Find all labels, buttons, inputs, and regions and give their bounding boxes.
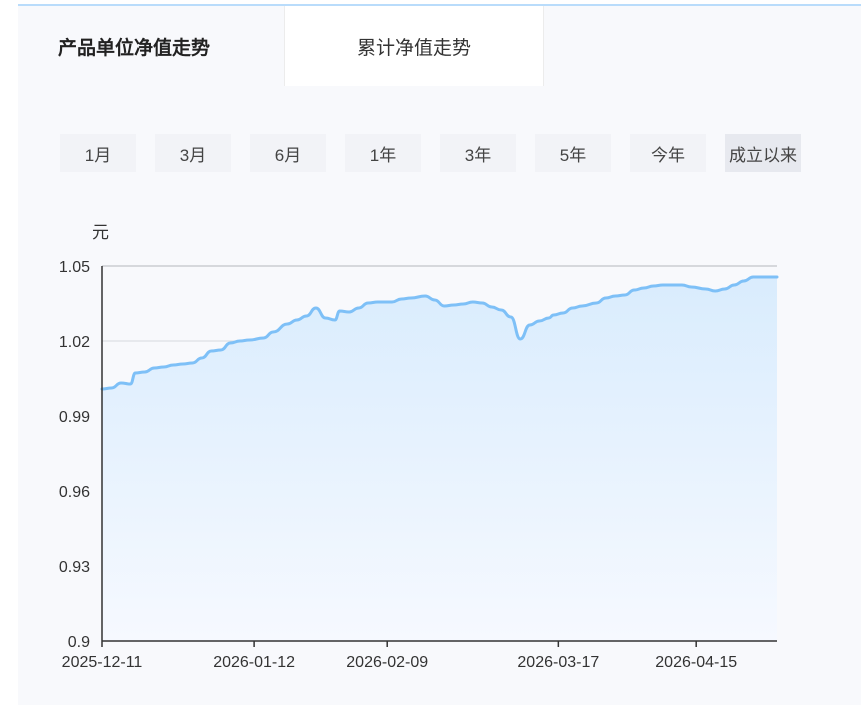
y-tick-label: 0.93	[59, 559, 90, 576]
y-axis-unit-label: 元	[92, 223, 109, 242]
y-tick-label: 1.05	[59, 259, 90, 276]
y-tick-label: 1.02	[59, 334, 90, 351]
y-tick-label: 0.96	[59, 484, 90, 501]
x-tick-label: 2026-03-17	[517, 654, 599, 671]
x-tick-label: 2026-02-09	[346, 654, 428, 671]
x-tick-label: 2025-12-11	[62, 654, 143, 671]
x-tick-label: 2026-04-15	[655, 654, 737, 671]
nav-chart: 元 1.05 1.02 0.99 0.96 0.93 0.9 2025-12-11 2026…	[59, 223, 779, 671]
nav-area-fill	[102, 277, 777, 641]
y-tick-label: 0.99	[59, 409, 90, 426]
x-tick-label: 2026-01-12	[213, 654, 295, 671]
y-tick-label: 0.9	[68, 634, 90, 651]
